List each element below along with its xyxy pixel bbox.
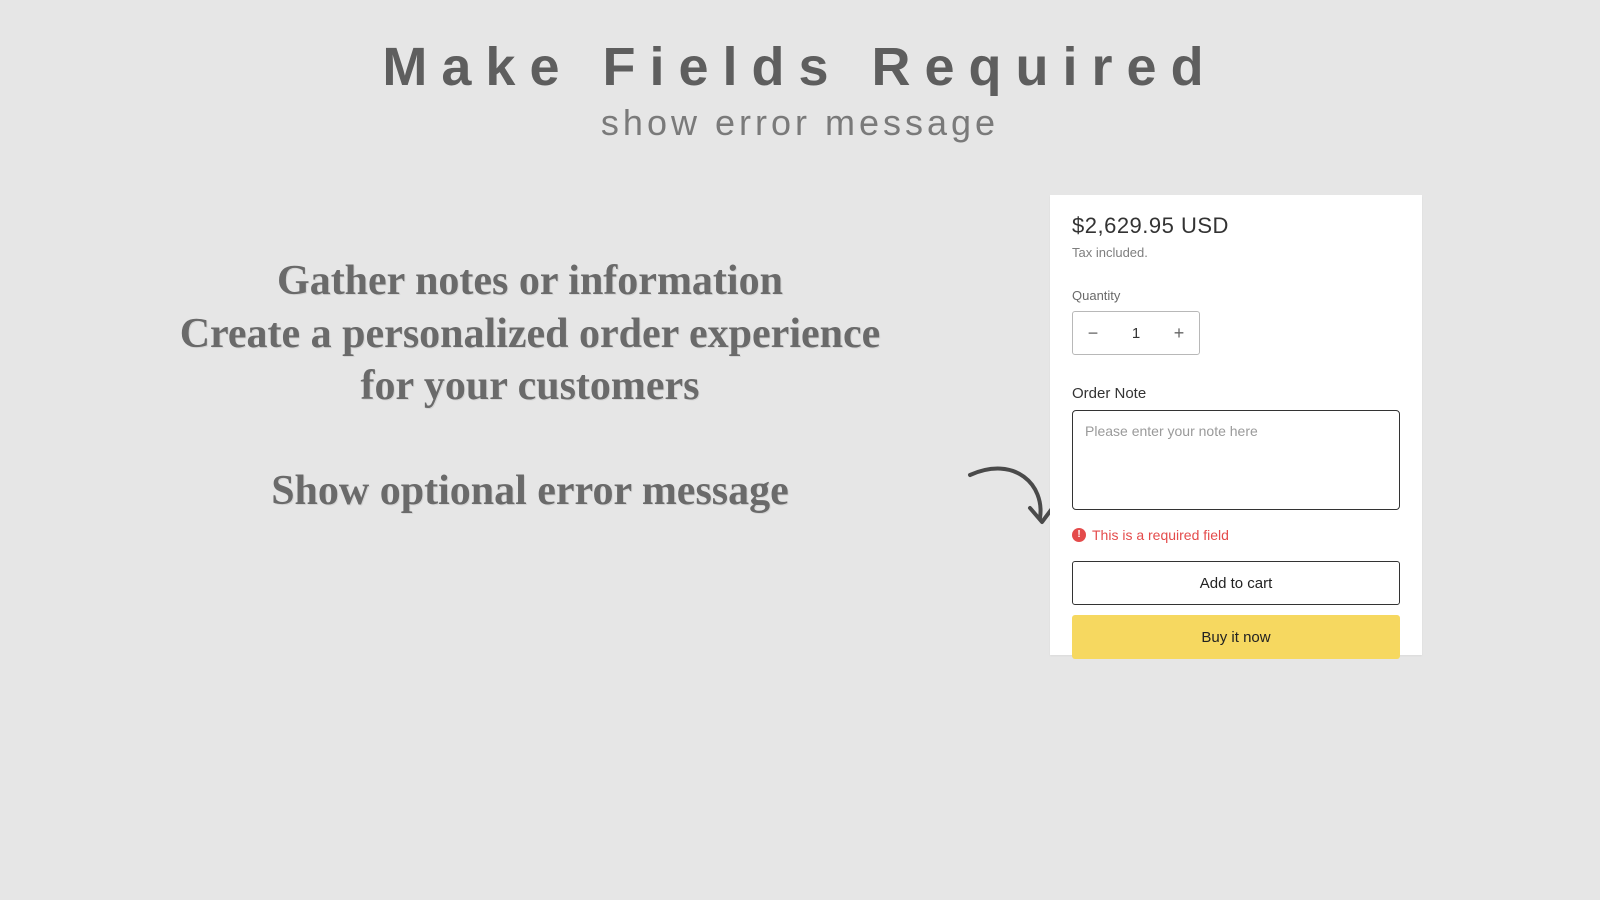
marketing-copy: Gather notes or information Create a per…	[0, 255, 1060, 517]
error-message: ! This is a required field	[1072, 527, 1400, 543]
price-text: $2,629.95 USD	[1072, 213, 1400, 239]
buy-now-button[interactable]: Buy it now	[1072, 615, 1400, 659]
page-subtitle: show error message	[0, 102, 1600, 144]
marketing-line-3: for your customers	[0, 360, 1060, 413]
quantity-increase-button[interactable]: +	[1171, 324, 1187, 342]
marketing-line-2: Create a personalized order experience	[0, 308, 1060, 361]
page-title: Make Fields Required	[0, 36, 1600, 98]
error-text: This is a required field	[1092, 527, 1229, 543]
add-to-cart-button[interactable]: Add to cart	[1072, 561, 1400, 605]
product-card: $2,629.95 USD Tax included. Quantity − 1…	[1050, 195, 1422, 655]
error-icon: !	[1072, 528, 1086, 542]
tax-note: Tax included.	[1072, 245, 1400, 260]
marketing-line-1: Gather notes or information	[0, 255, 1060, 308]
order-note-input[interactable]	[1072, 410, 1400, 510]
quantity-label: Quantity	[1072, 288, 1400, 303]
quantity-decrease-button[interactable]: −	[1085, 324, 1101, 342]
quantity-stepper[interactable]: − 1 +	[1072, 311, 1200, 355]
quantity-value: 1	[1132, 325, 1140, 342]
order-note-label: Order Note	[1072, 385, 1400, 402]
marketing-line-4: Show optional error message	[0, 465, 1060, 518]
